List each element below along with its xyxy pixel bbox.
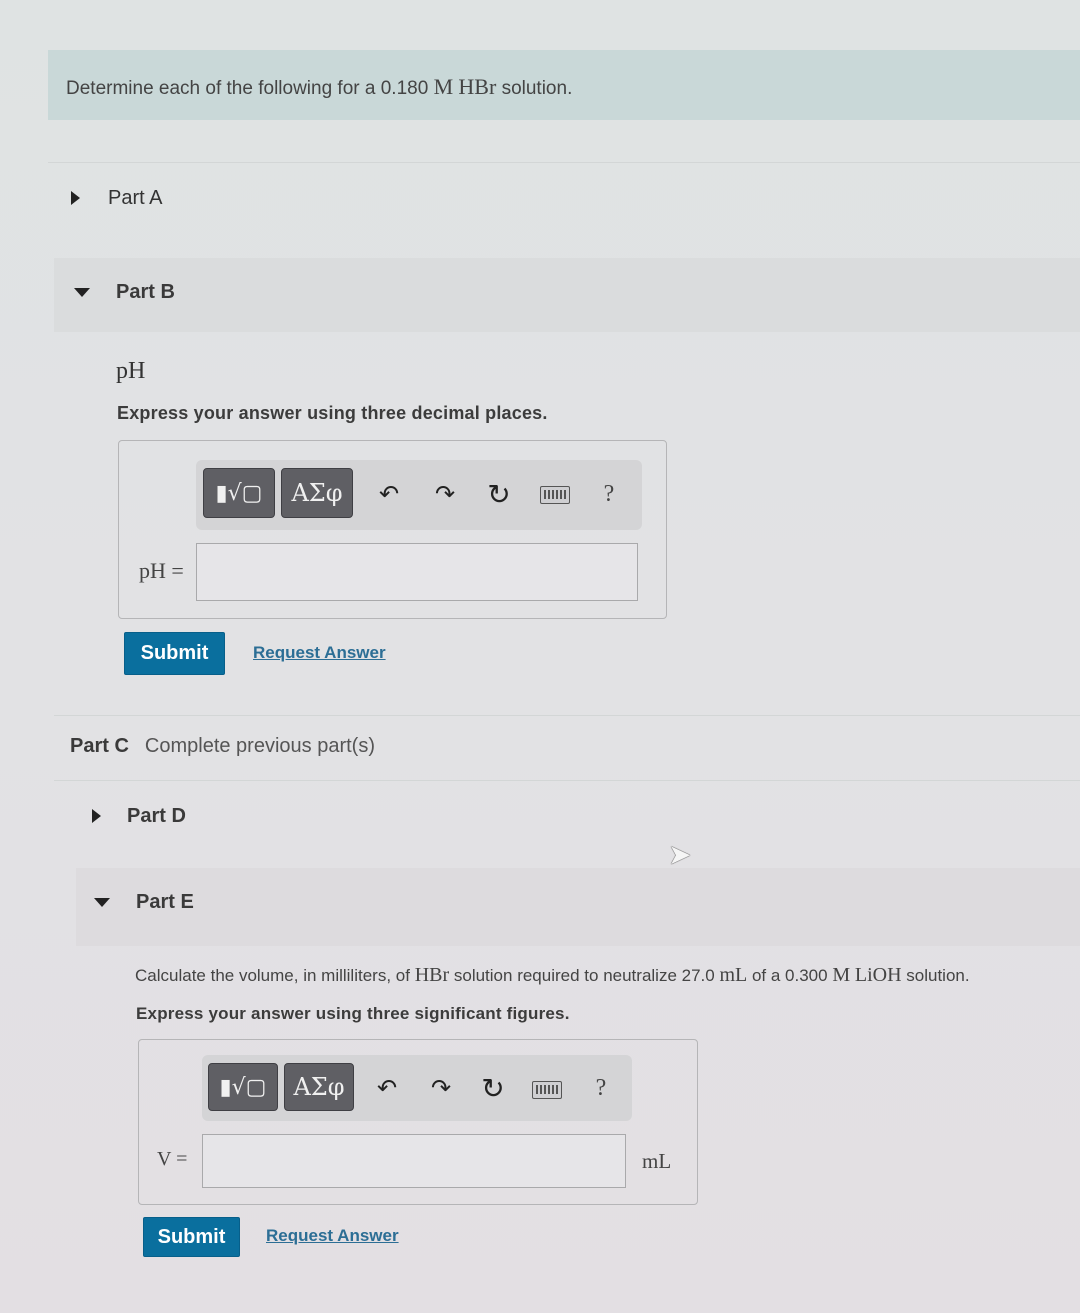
help-button[interactable]: ?	[596, 478, 622, 510]
part-e-request-answer-link[interactable]: Request Answer	[266, 1226, 399, 1246]
divider	[54, 780, 1080, 781]
undo-icon: ↶	[376, 1074, 398, 1102]
help-icon: ?	[595, 1074, 607, 1101]
part-c-status: Complete previous part(s)	[144, 735, 375, 757]
volume-input[interactable]	[202, 1134, 626, 1188]
keyboard-icon	[544, 490, 566, 499]
redo-button[interactable]: ↷	[424, 1072, 458, 1104]
part-b-instruction: Express your answer using three decimal …	[117, 403, 548, 423]
part-c-label: Part C	[70, 735, 129, 757]
greek-label: ΑΣφ	[291, 479, 343, 507]
keyboard-button[interactable]	[532, 1081, 562, 1099]
redo-button[interactable]: ↷	[428, 478, 462, 510]
help-button[interactable]: ?	[588, 1072, 614, 1104]
part-b-question: pH	[116, 358, 146, 384]
ph-input[interactable]	[196, 543, 638, 601]
volume-field-label: V =	[157, 1148, 188, 1170]
part-b-request-answer-link[interactable]: Request Answer	[253, 643, 386, 663]
part-c-row: Part C Complete previous part(s)	[70, 735, 375, 758]
intro-text: Determine each of the following for a 0.…	[66, 74, 573, 99]
reset-button[interactable]: ↻	[476, 1072, 510, 1104]
part-b-submit-button[interactable]: Submit	[124, 632, 225, 675]
reset-icon: ↻	[487, 478, 511, 510]
part-e-toggle[interactable]: Part E	[94, 884, 694, 920]
part-b-label: Part B	[116, 280, 175, 303]
part-d-label: Part D	[127, 804, 186, 827]
undo-button[interactable]: ↶	[372, 478, 406, 510]
part-e-question: Calculate the volume, in milliliters, of…	[135, 964, 970, 986]
redo-icon: ↷	[434, 480, 456, 508]
undo-button[interactable]: ↶	[370, 1072, 404, 1104]
part-d-toggle[interactable]: Part D	[88, 798, 688, 834]
volume-unit: mL	[642, 1149, 672, 1173]
caret-right-icon	[92, 809, 101, 823]
reset-icon: ↻	[481, 1072, 505, 1104]
help-icon: ?	[603, 480, 615, 507]
part-a-label: Part A	[108, 186, 163, 209]
part-e-submit-button[interactable]: Submit	[143, 1217, 240, 1257]
fraction-sqrt-templates-icon: ▮√▢	[219, 1074, 267, 1100]
keyboard-button[interactable]	[540, 486, 570, 504]
mouse-cursor-icon: ➤	[668, 839, 692, 870]
keyboard-icon	[536, 1085, 558, 1094]
part-e-label: Part E	[136, 890, 194, 913]
fraction-sqrt-templates-icon: ▮√▢	[215, 480, 263, 506]
redo-icon: ↷	[430, 1074, 452, 1102]
part-a-toggle[interactable]: Part A	[66, 180, 666, 216]
part-e-instruction: Express your answer using three signific…	[136, 1004, 570, 1023]
caret-down-icon	[94, 897, 110, 907]
greek-symbols-button[interactable]: ΑΣφ	[284, 1063, 354, 1111]
caret-right-icon	[71, 191, 80, 205]
undo-icon: ↶	[378, 480, 400, 508]
templates-button[interactable]: ▮√▢	[208, 1063, 278, 1111]
divider	[54, 715, 1080, 716]
reset-button[interactable]: ↻	[482, 478, 516, 510]
templates-button[interactable]: ▮√▢	[203, 468, 275, 518]
greek-symbols-button[interactable]: ΑΣφ	[281, 468, 353, 518]
part-b-toggle[interactable]: Part B	[74, 274, 674, 310]
greek-label: ΑΣφ	[293, 1073, 345, 1101]
ph-field-label: pH =	[139, 558, 184, 583]
caret-down-icon	[74, 287, 90, 297]
divider	[48, 162, 1080, 163]
